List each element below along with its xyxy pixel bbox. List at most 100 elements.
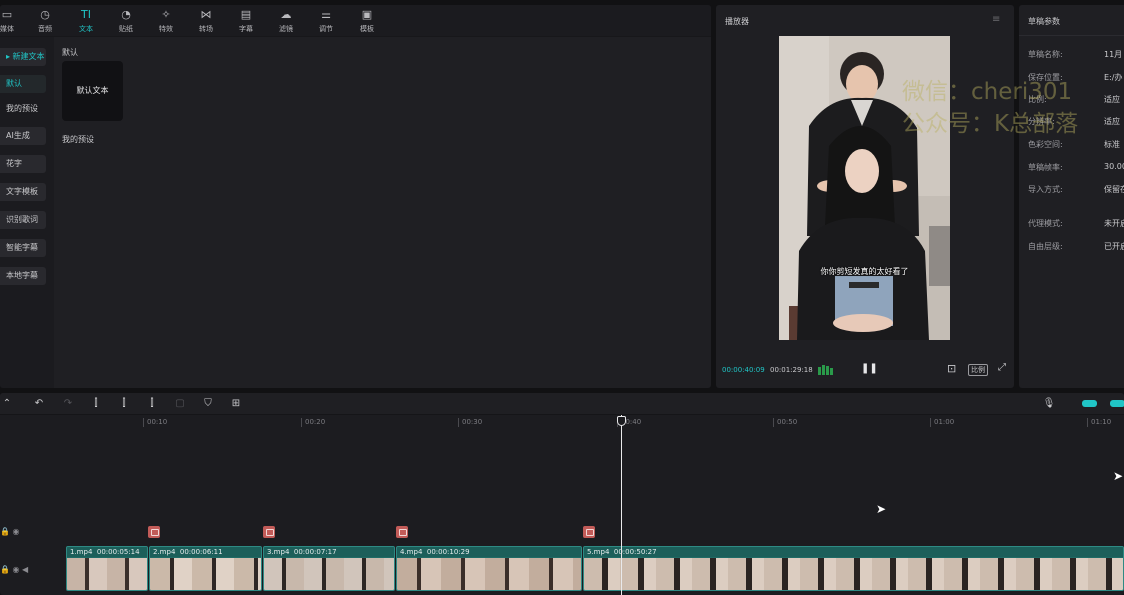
sidebar-item-lyrics[interactable]: 识别歌词 — [0, 211, 46, 229]
undo-icon[interactable]: ↶ — [32, 398, 46, 410]
split-left-icon[interactable]: ⫿ — [117, 398, 131, 410]
ratio-button[interactable]: 比例 — [968, 364, 988, 376]
filter-icon: ☁ — [280, 8, 292, 21]
fullscreen-icon[interactable]: ⤢ — [998, 362, 1006, 373]
tool-transition[interactable]: ⋈ 转场 — [189, 8, 223, 34]
time-ruler[interactable]: 00:10 00:20 00:30 00:40 00:50 01:00 01:1… — [66, 415, 1124, 429]
tool-text[interactable]: TI 文本 — [69, 8, 103, 34]
ruler-tick: 01:10 — [1087, 418, 1111, 427]
clip-label: 2.mp4 00:00:06:11 — [150, 547, 261, 557]
media-icon: ▭ — [1, 8, 13, 21]
library-panel: ▭ 媒体 ◷ 音频 TI 文本 ◔ 贴纸 ✧ 特效 ⋈ 转场 ▤ 字幕 ☁ 滤镜 ⚌ 调节 ▣ 模板… — [0, 5, 711, 388]
player-panel: 播放器 ≡ 你你剪短发真的太好看了 00:00:40:09 00:01:29:1… — [716, 5, 1014, 388]
param-label: 色彩空间: — [1028, 140, 1063, 149]
sidebar-item-ai-generate[interactable]: AI生成 — [0, 127, 46, 145]
lock-icon[interactable]: 🔒 — [0, 527, 10, 536]
sidebar-item-smart-subtitle[interactable]: 智能字幕 — [0, 239, 46, 257]
sidebar-item-default[interactable]: 默认 — [0, 75, 46, 93]
tool-media[interactable]: ▭ 媒体 — [0, 8, 24, 34]
sidebar-item-local-subtitle[interactable]: 本地字幕 — [0, 267, 46, 285]
watermark-line-2: 公众号：K总部落 — [902, 111, 1079, 137]
ruler-tick: 00:50 — [773, 418, 797, 427]
transition-icon: ⋈ — [200, 8, 212, 21]
ruler-tick: 00:20 — [301, 418, 325, 427]
menu-icon[interactable]: ≡ — [992, 14, 1000, 25]
param-value: 适应 — [1104, 117, 1120, 126]
mouse-cursor-icon: ➤ — [876, 502, 887, 516]
sidebar-item-new-text[interactable]: ▸ 新建文本 — [0, 48, 46, 66]
redo-icon[interactable]: ↷ — [61, 398, 75, 410]
eye-icon[interactable]: ◉ — [13, 527, 20, 536]
tool-adjust[interactable]: ⚌ 调节 — [309, 8, 343, 34]
tool-template[interactable]: ▣ 模板 — [350, 8, 384, 34]
audio-meter-icon — [818, 364, 833, 375]
video-clip[interactable]: 3.mp4 00:00:07:17 — [263, 546, 395, 591]
subtitle-marker[interactable] — [583, 526, 595, 538]
delete-icon[interactable]: ▢ — [173, 398, 187, 410]
tool-subtitle[interactable]: ▤ 字幕 — [229, 8, 263, 34]
pause-icon[interactable]: ❚❚ — [861, 363, 878, 374]
param-label: 草稿帧率: — [1028, 163, 1063, 172]
default-text-card[interactable]: 默认文本 — [62, 61, 123, 121]
draft-params-panel: 草稿参数 草稿名称: 11月 保存位置: E:/办 比例: 适应 分辨率: 适应… — [1019, 5, 1124, 388]
mouse-cursor-icon: ➤ — [1113, 469, 1124, 483]
param-value: 11月 — [1104, 50, 1123, 59]
param-label: 草稿名称: — [1028, 50, 1063, 59]
sidebar-item-my-presets[interactable]: 我的预设 — [0, 100, 46, 118]
param-value: 已开启 — [1104, 242, 1124, 251]
param-label: 导入方式: — [1028, 185, 1063, 194]
image-icon[interactable]: ⊞ — [229, 398, 243, 410]
clip-thumbnails — [150, 558, 261, 590]
microphone-icon[interactable]: 🎙 — [1042, 398, 1056, 410]
video-clip[interactable]: 5.mp4 00:00:50:27 — [583, 546, 1124, 591]
clip-label: 1.mp4 00:00:05:14 — [67, 547, 147, 557]
video-clip[interactable]: 1.mp4 00:00:05:14 — [66, 546, 148, 591]
subtitle-marker[interactable] — [263, 526, 275, 538]
video-clip[interactable]: 4.mp4 00:00:10:29 — [396, 546, 582, 591]
clip-thumbnails — [67, 558, 147, 590]
ruler-tick: 00:10 — [143, 418, 167, 427]
text-sidebar: ▸ 新建文本 默认 我的预设 AI生成 花字 文字模板 识别歌词 智能字幕 本地… — [0, 37, 54, 388]
param-value: E:/办 — [1104, 73, 1123, 82]
snap-toggle-icon[interactable] — [1110, 400, 1124, 407]
split-icon[interactable]: ⫿ — [89, 398, 103, 410]
timeline-panel: ⌃ ↶ ↷ ⫿ ⫿ ⫿ ▢ ⛉ ⊞ 🎙 00:10 00:20 00:30 00… — [0, 393, 1124, 595]
link-toggle-icon[interactable] — [1082, 400, 1097, 407]
timeline-toolbar: ⌃ ↶ ↷ ⫿ ⫿ ⫿ ▢ ⛉ ⊞ 🎙 — [0, 393, 1124, 415]
select-tool-icon[interactable]: ⌃ — [0, 398, 14, 410]
text-icon: TI — [81, 8, 91, 21]
playhead[interactable] — [621, 415, 622, 595]
volume-icon[interactable]: ◀ — [22, 565, 28, 574]
sidebar-item-text-template[interactable]: 文字模板 — [0, 183, 46, 201]
split-right-icon[interactable]: ⫿ — [145, 398, 159, 410]
lock-icon[interactable]: 🔒 — [0, 565, 10, 574]
clip-label: 3.mp4 00:00:07:17 — [264, 547, 394, 557]
param-value: 保留在 — [1104, 185, 1124, 194]
ruler-tick: 00:30 — [458, 418, 482, 427]
audio-icon: ◷ — [40, 8, 50, 21]
clip-thumbnails — [584, 558, 1123, 590]
subtitle-marker[interactable] — [396, 526, 408, 538]
track-controls-video: 🔒 ◉ ◀ — [0, 565, 28, 574]
params-divider — [1019, 35, 1124, 36]
sidebar-item-fancy-text[interactable]: 花字 — [0, 155, 46, 173]
template-icon: ▣ — [361, 8, 373, 21]
screenshot-icon[interactable]: ⊡ — [947, 362, 956, 375]
tool-sticker[interactable]: ◔ 贴纸 — [109, 8, 143, 34]
tool-audio[interactable]: ◷ 音频 — [28, 8, 62, 34]
param-value: 标准 — [1104, 140, 1120, 149]
clip-label: 5.mp4 00:00:50:27 — [584, 547, 1123, 557]
subtitle-overlay: 你你剪短发真的太好看了 — [820, 267, 909, 276]
param-label: 代理模式: — [1028, 219, 1063, 228]
clip-label: 4.mp4 00:00:10:29 — [397, 547, 581, 557]
playhead-handle[interactable] — [617, 416, 626, 426]
param-label: 自由层级: — [1028, 242, 1063, 251]
tool-effects[interactable]: ✧ 特效 — [149, 8, 183, 34]
marker-icon[interactable]: ⛉ — [201, 398, 215, 410]
player-title: 播放器 — [725, 17, 749, 26]
clip-thumbnails — [264, 558, 394, 590]
video-clip[interactable]: 2.mp4 00:00:06:11 — [149, 546, 262, 591]
tool-filter[interactable]: ☁ 滤镜 — [269, 8, 303, 34]
eye-icon[interactable]: ◉ — [13, 565, 20, 574]
subtitle-marker[interactable] — [148, 526, 160, 538]
